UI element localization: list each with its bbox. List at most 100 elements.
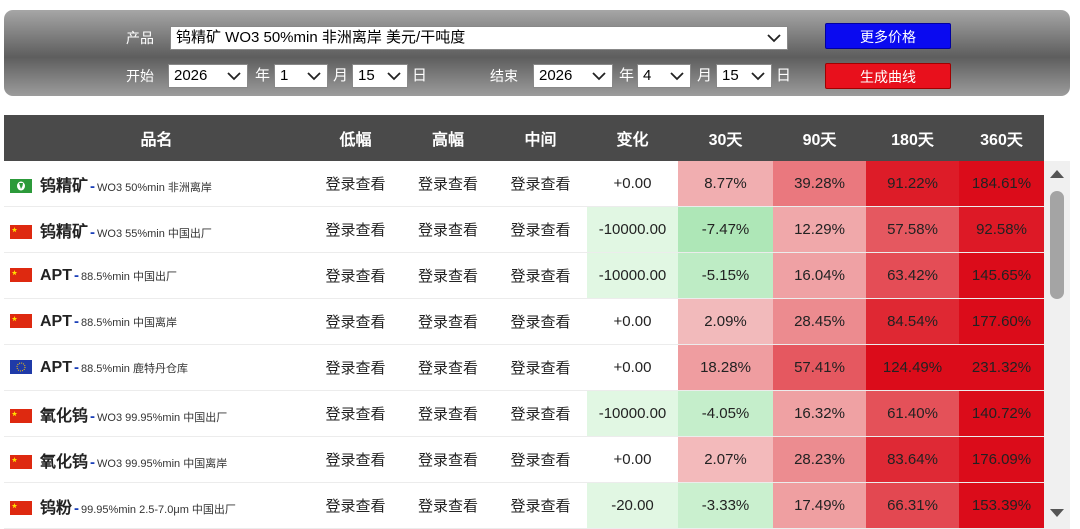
more-prices-button[interactable]: 更多价格 <box>825 23 951 49</box>
generate-curve-button[interactable]: 生成曲线 <box>825 63 951 89</box>
product-name[interactable]: APT <box>40 313 72 330</box>
start-day-select[interactable]: 15 <box>352 64 408 88</box>
cell-mid[interactable]: 登录查看 <box>494 436 587 483</box>
cell-high[interactable]: 登录查看 <box>402 298 494 345</box>
cell-name[interactable]: APT -88.5%min 鹿特丹仓库 <box>4 344 309 391</box>
vertical-scrollbar[interactable] <box>1044 161 1070 529</box>
cell-mid[interactable]: 登录查看 <box>494 298 587 345</box>
end-year-select[interactable]: 2026 <box>533 64 613 88</box>
cell-180d: 91.22% <box>866 161 959 207</box>
cell-low[interactable]: 登录查看 <box>309 161 402 207</box>
start-label: 开始 <box>126 68 154 84</box>
end-label: 结束 <box>490 68 518 84</box>
cell-high[interactable]: 登录查看 <box>402 344 494 391</box>
cell-mid[interactable]: 登录查看 <box>494 482 587 529</box>
cell-high[interactable]: 登录查看 <box>402 390 494 437</box>
header-360d: 360天 <box>959 115 1044 161</box>
cell-name[interactable]: APT -88.5%min 中国出厂 <box>4 252 309 299</box>
table-row[interactable]: 钨精矿 - WO3 50%min 非洲离岸 登录查看 登录查看 登录查看 +0.00 8.77… <box>4 161 1044 207</box>
month-unit: 月 <box>333 67 349 84</box>
cell-name[interactable]: 氧化钨 - WO3 99.95%min 中国离岸 <box>4 436 309 483</box>
cell-180d: 84.54% <box>866 298 959 345</box>
product-name[interactable]: 钨粉 <box>40 500 72 517</box>
china-flag-icon <box>10 454 32 469</box>
china-flag-icon <box>10 313 32 328</box>
product-name[interactable]: APT <box>40 359 72 376</box>
cell-low[interactable]: 登录查看 <box>309 482 402 529</box>
table-row[interactable]: APT -88.5%min 中国离岸 登录查看 登录查看 登录查看 +0.00 2.09% 2… <box>4 298 1044 345</box>
cell-name[interactable]: 氧化钨 - WO3 99.95%min 中国出厂 <box>4 390 309 437</box>
table-row[interactable]: 氧化钨 - WO3 99.95%min 中国出厂 登录查看 登录查看 登录查看 -10000… <box>4 390 1044 437</box>
header-change: 变化 <box>587 115 678 161</box>
chevron-down-icon <box>387 72 401 81</box>
cell-30d: -3.33% <box>678 482 773 529</box>
cell-change: +0.00 <box>587 298 678 345</box>
table-row[interactable]: 钨精矿 - WO3 55%min 中国出厂 登录查看 登录查看 登录查看 -10000.00… <box>4 206 1044 253</box>
cell-change: -10000.00 <box>587 252 678 299</box>
cell-high[interactable]: 登录查看 <box>402 161 494 207</box>
cell-low[interactable]: 登录查看 <box>309 344 402 391</box>
product-select[interactable]: 钨精矿 WO3 50%min 非洲离岸 美元/干吨度 <box>170 26 788 50</box>
cell-low[interactable]: 登录查看 <box>309 436 402 483</box>
cell-name[interactable]: 钨精矿 - WO3 50%min 非洲离岸 <box>4 161 309 207</box>
day-unit: 日 <box>412 67 428 84</box>
cell-90d: 28.23% <box>773 436 866 483</box>
chevron-down-icon <box>307 72 321 81</box>
product-name[interactable]: 氧化钨 <box>40 454 88 471</box>
product-spec: WO3 99.95%min 中国离岸 <box>97 457 228 470</box>
scrollbar-thumb[interactable] <box>1050 191 1064 299</box>
end-month-select[interactable]: 4 <box>637 64 691 88</box>
cell-180d: 61.40% <box>866 390 959 437</box>
product-spec: WO3 99.95%min 中国出厂 <box>97 411 228 424</box>
start-day-value: 15 <box>358 67 375 84</box>
separator-dash: - <box>90 407 96 425</box>
cell-low[interactable]: 登录查看 <box>309 206 402 253</box>
cell-90d: 17.49% <box>773 482 866 529</box>
table-row[interactable]: APT -88.5%min 中国出厂 登录查看 登录查看 登录查看 -10000.00 -5… <box>4 252 1044 299</box>
cell-name[interactable]: APT -88.5%min 中国离岸 <box>4 298 309 345</box>
end-year-value: 2026 <box>539 67 573 84</box>
cell-360d: 92.58% <box>959 206 1044 253</box>
start-year-select[interactable]: 2026 <box>168 64 248 88</box>
header-30d: 30天 <box>678 115 773 161</box>
cell-name[interactable]: 钨粉 -99.95%min 2.5-7.0μm 中国出厂 <box>4 482 309 529</box>
end-day-select[interactable]: 15 <box>716 64 772 88</box>
cell-low[interactable]: 登录查看 <box>309 252 402 299</box>
cell-90d: 12.29% <box>773 206 866 253</box>
cell-30d: -4.05% <box>678 390 773 437</box>
separator-dash: - <box>90 177 96 195</box>
scroll-up-arrow-icon[interactable] <box>1050 170 1064 178</box>
scroll-down-arrow-icon[interactable] <box>1050 509 1064 517</box>
cell-high[interactable]: 登录查看 <box>402 436 494 483</box>
table-row[interactable]: APT -88.5%min 鹿特丹仓库 登录查看 登录查看 登录查看 +0.00 18.28… <box>4 344 1044 391</box>
cell-low[interactable]: 登录查看 <box>309 298 402 345</box>
product-spec: WO3 55%min 中国出厂 <box>97 227 212 240</box>
product-name[interactable]: 钨精矿 <box>40 224 88 241</box>
cell-high[interactable]: 登录查看 <box>402 206 494 253</box>
cell-change: -10000.00 <box>587 390 678 437</box>
separator-dash: - <box>90 223 96 241</box>
cell-180d: 124.49% <box>866 344 959 391</box>
table-row[interactable]: 钨粉 -99.95%min 2.5-7.0μm 中国出厂 登录查看 登录查看 登录查看 -… <box>4 482 1044 529</box>
cell-90d: 16.04% <box>773 252 866 299</box>
cell-mid[interactable]: 登录查看 <box>494 206 587 253</box>
cell-mid[interactable]: 登录查看 <box>494 161 587 207</box>
cell-name[interactable]: 钨精矿 - WO3 55%min 中国出厂 <box>4 206 309 253</box>
product-name[interactable]: APT <box>40 267 72 284</box>
cell-mid[interactable]: 登录查看 <box>494 252 587 299</box>
chevron-down-icon <box>670 72 684 81</box>
cell-low[interactable]: 登录查看 <box>309 390 402 437</box>
end-month-value: 4 <box>643 67 652 84</box>
product-spec: 88.5%min 中国离岸 <box>81 316 177 329</box>
cell-mid[interactable]: 登录查看 <box>494 344 587 391</box>
cell-high[interactable]: 登录查看 <box>402 252 494 299</box>
cell-90d: 28.45% <box>773 298 866 345</box>
cell-mid[interactable]: 登录查看 <box>494 390 587 437</box>
product-name[interactable]: 钨精矿 <box>40 178 88 195</box>
cell-change: -10000.00 <box>587 206 678 253</box>
cell-high[interactable]: 登录查看 <box>402 482 494 529</box>
product-name[interactable]: 氧化钨 <box>40 408 88 425</box>
start-month-select[interactable]: 1 <box>274 64 328 88</box>
cell-90d: 39.28% <box>773 161 866 207</box>
table-row[interactable]: 氧化钨 - WO3 99.95%min 中国离岸 登录查看 登录查看 登录查看 +0.00 2… <box>4 436 1044 483</box>
